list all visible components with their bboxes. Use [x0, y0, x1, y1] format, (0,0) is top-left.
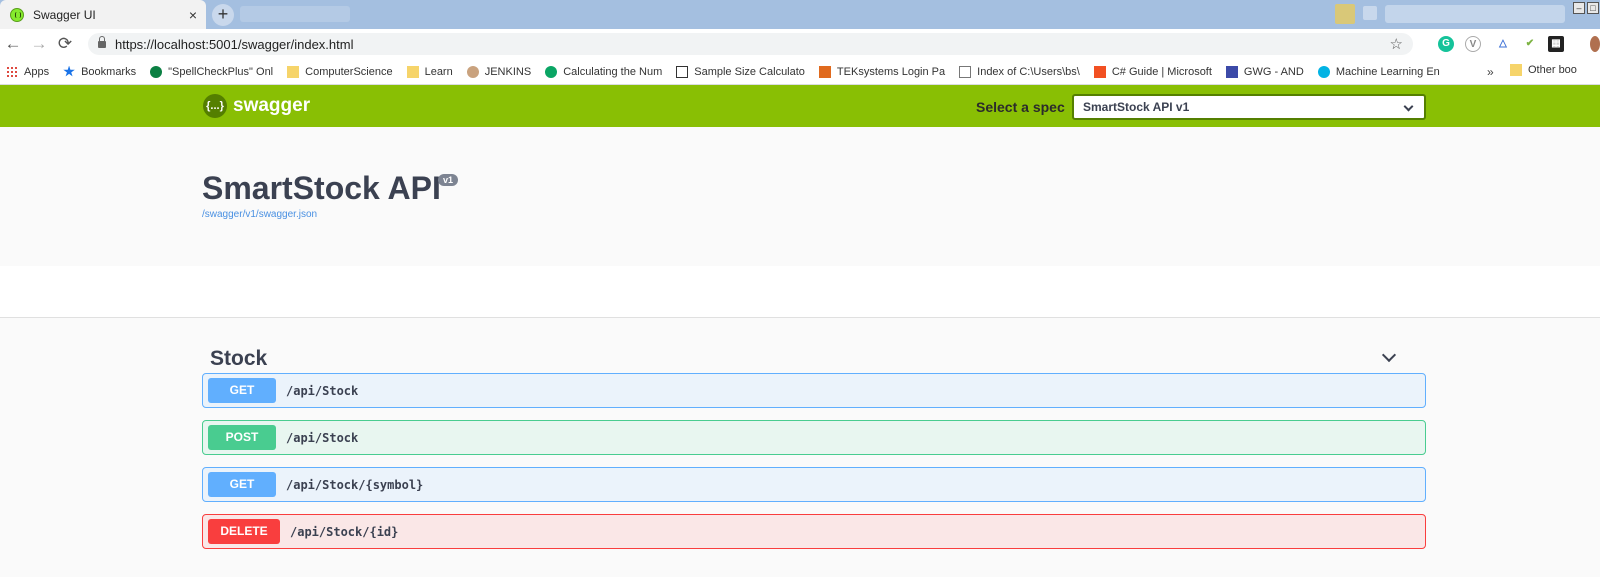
url-omnibox[interactable]: https://localhost:5001/swagger/index.htm…: [88, 33, 1413, 55]
bookmark-item[interactable]: Machine Learning En: [1317, 65, 1440, 78]
folder-icon: [1510, 64, 1522, 76]
operation-delete-row[interactable]: DELETE/api/Stock/{id}: [202, 514, 1426, 549]
operation-get-row[interactable]: GET/api/Stock: [202, 373, 1426, 408]
bookmark-item[interactable]: Sample Size Calculato: [676, 65, 805, 78]
jenkins-icon: [466, 65, 479, 78]
extension-icon[interactable]: [1335, 4, 1355, 24]
bookmarks-overflow-button[interactable]: »: [1487, 65, 1494, 79]
folder-icon: [406, 65, 419, 78]
gwg-icon: [1225, 65, 1238, 78]
drive-icon[interactable]: △: [1495, 36, 1511, 52]
calc-icon: [545, 65, 558, 78]
chevron-down-icon: [1403, 101, 1414, 112]
bookmark-item[interactable]: Learn: [406, 65, 453, 78]
operation-path: /api/Stock: [286, 383, 359, 398]
bookmark-item[interactable]: Index of C:\Users\bs\: [959, 65, 1080, 78]
lock-icon[interactable]: [98, 35, 106, 48]
maximize-button[interactable]: □: [1587, 2, 1599, 14]
tab-title: Swagger UI: [33, 7, 96, 22]
checkmark-icon: [150, 65, 163, 78]
bookmark-label: TEKsystems Login Pa: [836, 65, 946, 78]
extension-icon[interactable]: [1363, 6, 1377, 20]
http-method-badge: GET: [208, 378, 276, 403]
operation-path: /api/Stock: [286, 430, 359, 445]
other-bookmarks-folder[interactable]: Other boo: [1510, 64, 1577, 76]
tab-close-icon[interactable]: ×: [189, 7, 197, 23]
http-method-badge: DELETE: [208, 519, 280, 544]
star-icon: [63, 65, 75, 77]
file-icon: [959, 65, 972, 78]
bookmark-label: GWG - AND: [1243, 65, 1304, 78]
bookmark-label: Learn: [424, 65, 453, 78]
address-bar-row: ← → ⟳ https://localhost:5001/swagger/ind…: [0, 29, 1600, 59]
bookmarks-bar: Apps Bookmarks "SpellCheckPlus" Onl Compute…: [0, 59, 1600, 85]
browser-tab-strip: Swagger UI × + – □: [0, 0, 1600, 29]
bookmark-item[interactable]: "SpellCheckPlus" Onl: [150, 65, 274, 78]
scheme-container: [0, 266, 1600, 318]
bookmark-label: Sample Size Calculato: [694, 65, 805, 78]
swagger-topbar: {...} swagger Select a spec SmartStock A…: [0, 85, 1600, 127]
teksystems-icon: [818, 65, 831, 78]
folder-icon: [287, 65, 300, 78]
bookmark-label: JENKINS: [484, 65, 532, 78]
download-icon: [676, 65, 689, 78]
operation-post-row[interactable]: POST/api/Stock: [202, 420, 1426, 455]
spec-select-dropdown[interactable]: SmartStock API v1: [1072, 94, 1426, 120]
bookmark-item[interactable]: Calculating the Num: [545, 65, 663, 78]
bookmark-label: Apps: [24, 65, 50, 78]
background-tab[interactable]: [240, 6, 350, 22]
operation-path: /api/Stock/{symbol}: [286, 477, 424, 492]
swagger-logo-text: swagger: [233, 95, 311, 116]
avatar[interactable]: [1590, 36, 1600, 52]
url-text[interactable]: https://localhost:5001/swagger/index.htm…: [115, 37, 1390, 52]
api-title: SmartStock API: [202, 170, 441, 206]
spec-json-link[interactable]: /swagger/v1/swagger.json: [202, 209, 317, 220]
grammarly-icon[interactable]: G: [1438, 36, 1454, 52]
new-tab-button[interactable]: +: [212, 4, 234, 26]
bookmark-label: C# Guide | Microsoft: [1111, 65, 1212, 78]
bookmark-label: "SpellCheckPlus" Onl: [168, 65, 274, 78]
bookmark-label: ComputerScience: [305, 65, 393, 78]
window-search-field[interactable]: [1385, 5, 1565, 23]
bookmark-item[interactable]: Apps: [6, 65, 50, 78]
udacity-icon: [1317, 65, 1330, 78]
operations-section: Stock GET/api/Stock POST/api/Stock GET/api…: [0, 318, 1600, 577]
swagger-logo-icon: {...}: [203, 94, 227, 118]
microsoft-icon: [1093, 65, 1106, 78]
reload-icon[interactable]: ⟳: [52, 34, 78, 54]
bookmark-label: Machine Learning En: [1335, 65, 1440, 78]
bookmark-item[interactable]: C# Guide | Microsoft: [1093, 65, 1212, 78]
bookmark-label: Index of C:\Users\bs\: [977, 65, 1080, 78]
browser-tab[interactable]: Swagger UI ×: [0, 0, 206, 29]
window-controls: – □: [1572, 0, 1600, 16]
swagger-favicon-icon: [10, 7, 24, 22]
bookmark-label: Calculating the Num: [563, 65, 663, 78]
version-badge: v1: [438, 174, 459, 186]
bookmark-item[interactable]: JENKINS: [466, 65, 532, 78]
bookmark-star-icon[interactable]: ☆: [1390, 35, 1403, 53]
spec-select-label: Select a spec: [976, 99, 1065, 115]
bookmark-item[interactable]: GWG - AND: [1225, 65, 1304, 78]
bookmark-item[interactable]: Bookmarks: [63, 65, 137, 78]
bookmark-label: Bookmarks: [81, 65, 137, 78]
bookmark-item[interactable]: TEKsystems Login Pa: [818, 65, 946, 78]
tag-name: Stock: [210, 347, 268, 370]
minimize-button[interactable]: –: [1573, 2, 1585, 14]
vimeo-icon[interactable]: V: [1465, 36, 1481, 52]
apps-grid-icon: [6, 65, 18, 78]
chevron-down-icon[interactable]: [1381, 347, 1397, 363]
check-extension-icon[interactable]: ✔: [1522, 36, 1538, 52]
qr-extension-icon[interactable]: ▦: [1548, 36, 1564, 52]
operation-path: /api/Stock/{id}: [290, 524, 399, 539]
forward-arrow-icon[interactable]: →: [26, 34, 52, 54]
http-method-badge: GET: [208, 472, 276, 497]
back-arrow-icon[interactable]: ←: [0, 34, 26, 54]
bookmark-item[interactable]: ComputerScience: [287, 65, 393, 78]
api-info-section: SmartStock API v1 /swagger/v1/swagger.js…: [0, 127, 1600, 266]
swagger-logo[interactable]: {...} swagger: [203, 94, 310, 118]
spec-selected-value: SmartStock API v1: [1083, 100, 1190, 114]
http-method-badge: POST: [208, 425, 276, 450]
operation-get-row[interactable]: GET/api/Stock/{symbol}: [202, 467, 1426, 502]
